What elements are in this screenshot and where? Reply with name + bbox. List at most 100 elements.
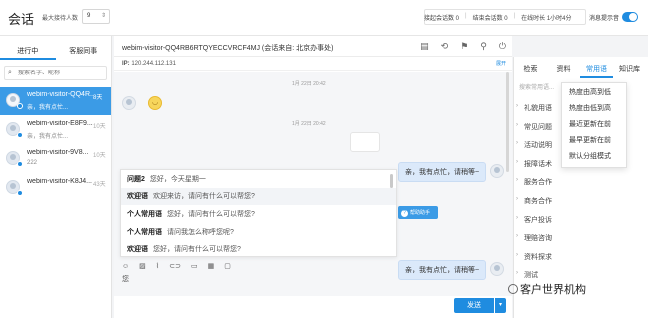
phrase-item[interactable]: 个人常用语 请问我怎么称呼您呢? <box>121 223 396 241</box>
smile-emoji-icon: ◡ <box>148 96 162 110</box>
avatar <box>490 164 504 178</box>
phrase-category-item[interactable]: › 客户投诉 <box>514 215 648 234</box>
notify-sound-label: 消息提示音 <box>589 16 620 22</box>
message-input[interactable]: 您 <box>114 272 512 318</box>
message-bubble: 亲，我有点忙，请稍等~ <box>398 162 487 182</box>
visitor-name: webim-visitor-E8F9... <box>27 120 93 127</box>
message-scrollbar[interactable] <box>506 72 509 172</box>
phrase-category: 个人常用语 <box>127 210 162 218</box>
category-label: 测试 <box>524 272 538 280</box>
watermark-logo-icon <box>508 284 518 294</box>
chevron-right-icon: › <box>516 195 518 202</box>
phrase-category: 个人常用语 <box>127 228 162 236</box>
chat-header-actions: ▤ ⟲ ⚑ ⚲ ⏻ <box>420 41 506 52</box>
chat-panel: webim-visitor-QQ4RB6RTQYECCVRCF4MJ (会话来自… <box>114 36 512 318</box>
watermark-text: 客户世界机构 <box>520 284 586 296</box>
category-label: 商务合作 <box>524 197 552 205</box>
watermark: 客户世界机构 <box>508 281 586 297</box>
category-label: 礼貌用语 <box>524 105 552 112</box>
phrase-text: 请问我怎么称呼您呢? <box>167 228 234 236</box>
phrase-category-item[interactable]: › 商务合作 <box>514 196 648 215</box>
emoji-icon[interactable]: ☺ <box>122 263 129 270</box>
phrase-category-item[interactable]: › 资料探求 <box>514 252 648 271</box>
phrase-category-item[interactable]: › 理赔咨询 <box>514 233 648 252</box>
note-icon[interactable]: ▤ <box>420 41 429 52</box>
notify-sound-toggle[interactable] <box>622 12 638 22</box>
visitor-item[interactable]: webim-visitor-9V8... 222 10天 <box>0 145 111 173</box>
ended-count: 结束会话数 0 <box>472 16 508 22</box>
phrase-item[interactable]: 个人常用语 您好，请问有什么可以帮您? <box>121 205 396 223</box>
power-icon[interactable]: ⏻ <box>499 41 506 52</box>
visitor-search-input[interactable] <box>18 70 108 76</box>
chevron-right-icon: › <box>516 121 518 128</box>
visitor-last-message: 222 <box>27 160 38 166</box>
visitor-name: webim-visitor-9V8... <box>27 149 89 156</box>
tab-profile[interactable]: 资料 <box>547 64 580 78</box>
visitor-time: 43天 <box>93 182 106 188</box>
visitor-panel: 进行中 客服同事 ⌕ webim-visitor-QQ4R... 亲，我有点忙.… <box>0 36 112 318</box>
visitor-item[interactable]: webim-visitor-QQ4R... 亲，我有点忙... 8天 <box>0 87 111 115</box>
visitor-ip-row: IP: 120.244.112.131 展开 <box>114 57 512 71</box>
top-bar: 会话 最大接待人数 9 ⇕ 接起会话数 0 | 结束会话数 0 | 在线时长 1… <box>0 0 648 36</box>
phrase-item[interactable]: 欢迎语 欢迎来访，请问有什么可以帮您? <box>121 187 396 206</box>
image-icon[interactable]: ▨ <box>139 262 146 270</box>
chat-badge-icon <box>17 132 23 138</box>
sort-option[interactable]: 最近更新在前 <box>562 115 626 131</box>
input-toolbar: ☺ ▨ ⌇ ⊂⊃ ▭ ▦ ▢ <box>114 260 512 272</box>
chevron-right-icon: › <box>516 158 518 165</box>
sort-option[interactable]: 默认分组模式 <box>562 147 626 163</box>
category-label: 资料探求 <box>524 253 552 261</box>
message-bubble <box>350 132 380 152</box>
tab-colleagues[interactable]: 客服同事 <box>56 40 112 60</box>
category-label: 服务合作 <box>524 179 552 187</box>
help-assistant-button[interactable]: ? 帮助助手 <box>398 206 438 219</box>
phrase-category-item[interactable]: › 服务合作 <box>514 177 648 196</box>
calendar-icon[interactable]: ▦ <box>208 262 215 270</box>
tab-in-progress[interactable]: 进行中 <box>0 40 56 60</box>
tab-knowledge[interactable]: 知识库 <box>613 64 646 78</box>
tab-phrases[interactable]: 常用语 <box>580 64 613 78</box>
page-title: 会话 <box>8 12 35 27</box>
phrase-item[interactable]: 欢迎语 您好，请问有什么可以帮您? <box>121 240 396 258</box>
visitor-last-message: 亲，我有点忙... <box>27 134 69 140</box>
ip-value: 120.244.112.131 <box>131 61 176 67</box>
phrase-category: 欢迎语 <box>127 246 148 254</box>
phrase-scrollbar[interactable] <box>390 174 393 188</box>
visitor-time: 10天 <box>93 124 106 130</box>
message-input-text: 您 <box>122 276 129 283</box>
chevron-right-icon: › <box>516 140 518 147</box>
sort-option[interactable]: 热度由低到高 <box>562 99 626 115</box>
session-stats: 接起会话数 0 | 结束会话数 0 | 在线时长 1小时4分 <box>424 13 572 22</box>
chevron-right-icon: › <box>516 251 518 258</box>
visitor-item[interactable]: webim-visitor-K8J4... 43天 <box>0 174 111 202</box>
message-timestamp: 1月 22日 20:42 <box>292 121 326 127</box>
chat-history-icon[interactable]: ▢ <box>224 262 231 270</box>
send-button[interactable]: 发送 <box>454 298 494 313</box>
send-options-chevron-icon[interactable]: ▾ <box>495 298 506 313</box>
category-label: 报障话术 <box>524 160 552 168</box>
visitor-name: webim-visitor-QQ4R... <box>27 91 93 98</box>
link-icon[interactable]: ⊂⊃ <box>169 262 181 270</box>
transfer-icon[interactable]: ⟲ <box>441 41 449 52</box>
category-label: 常见问题 <box>524 123 552 131</box>
max-reception-select[interactable]: 9 ⇕ <box>82 9 110 24</box>
ip-label: IP: <box>122 61 130 67</box>
sort-option[interactable]: 热度由高到低 <box>562 83 626 99</box>
phrase-item[interactable]: 问题2 您好，今天星期一 <box>121 170 396 188</box>
pin-icon[interactable]: ⚲ <box>480 41 487 52</box>
phrase-text: 您好，请问有什么可以帮您? <box>153 246 241 254</box>
tab-search[interactable]: 检索 <box>514 64 547 78</box>
chevron-right-icon: › <box>516 214 518 221</box>
category-label: 活动说明 <box>524 142 552 150</box>
side-tabs: 检索 资料 常用语 知识库 <box>514 64 648 78</box>
attachment-icon[interactable]: ⌇ <box>156 262 159 270</box>
sort-option[interactable]: 最早更新在前 <box>562 131 626 147</box>
category-label: 客户投诉 <box>524 216 552 224</box>
online-duration: 在线时长 1小时4分 <box>521 16 572 22</box>
expand-link[interactable]: 展开 <box>496 60 506 67</box>
flag-icon[interactable]: ⚑ <box>460 41 468 52</box>
visitor-item[interactable]: webim-visitor-E8F9... 亲，我有点忙... 10天 <box>0 116 111 144</box>
card-icon[interactable]: ▭ <box>191 262 198 270</box>
chat-badge-icon <box>17 103 23 109</box>
phrase-category: 问题2 <box>127 175 145 183</box>
